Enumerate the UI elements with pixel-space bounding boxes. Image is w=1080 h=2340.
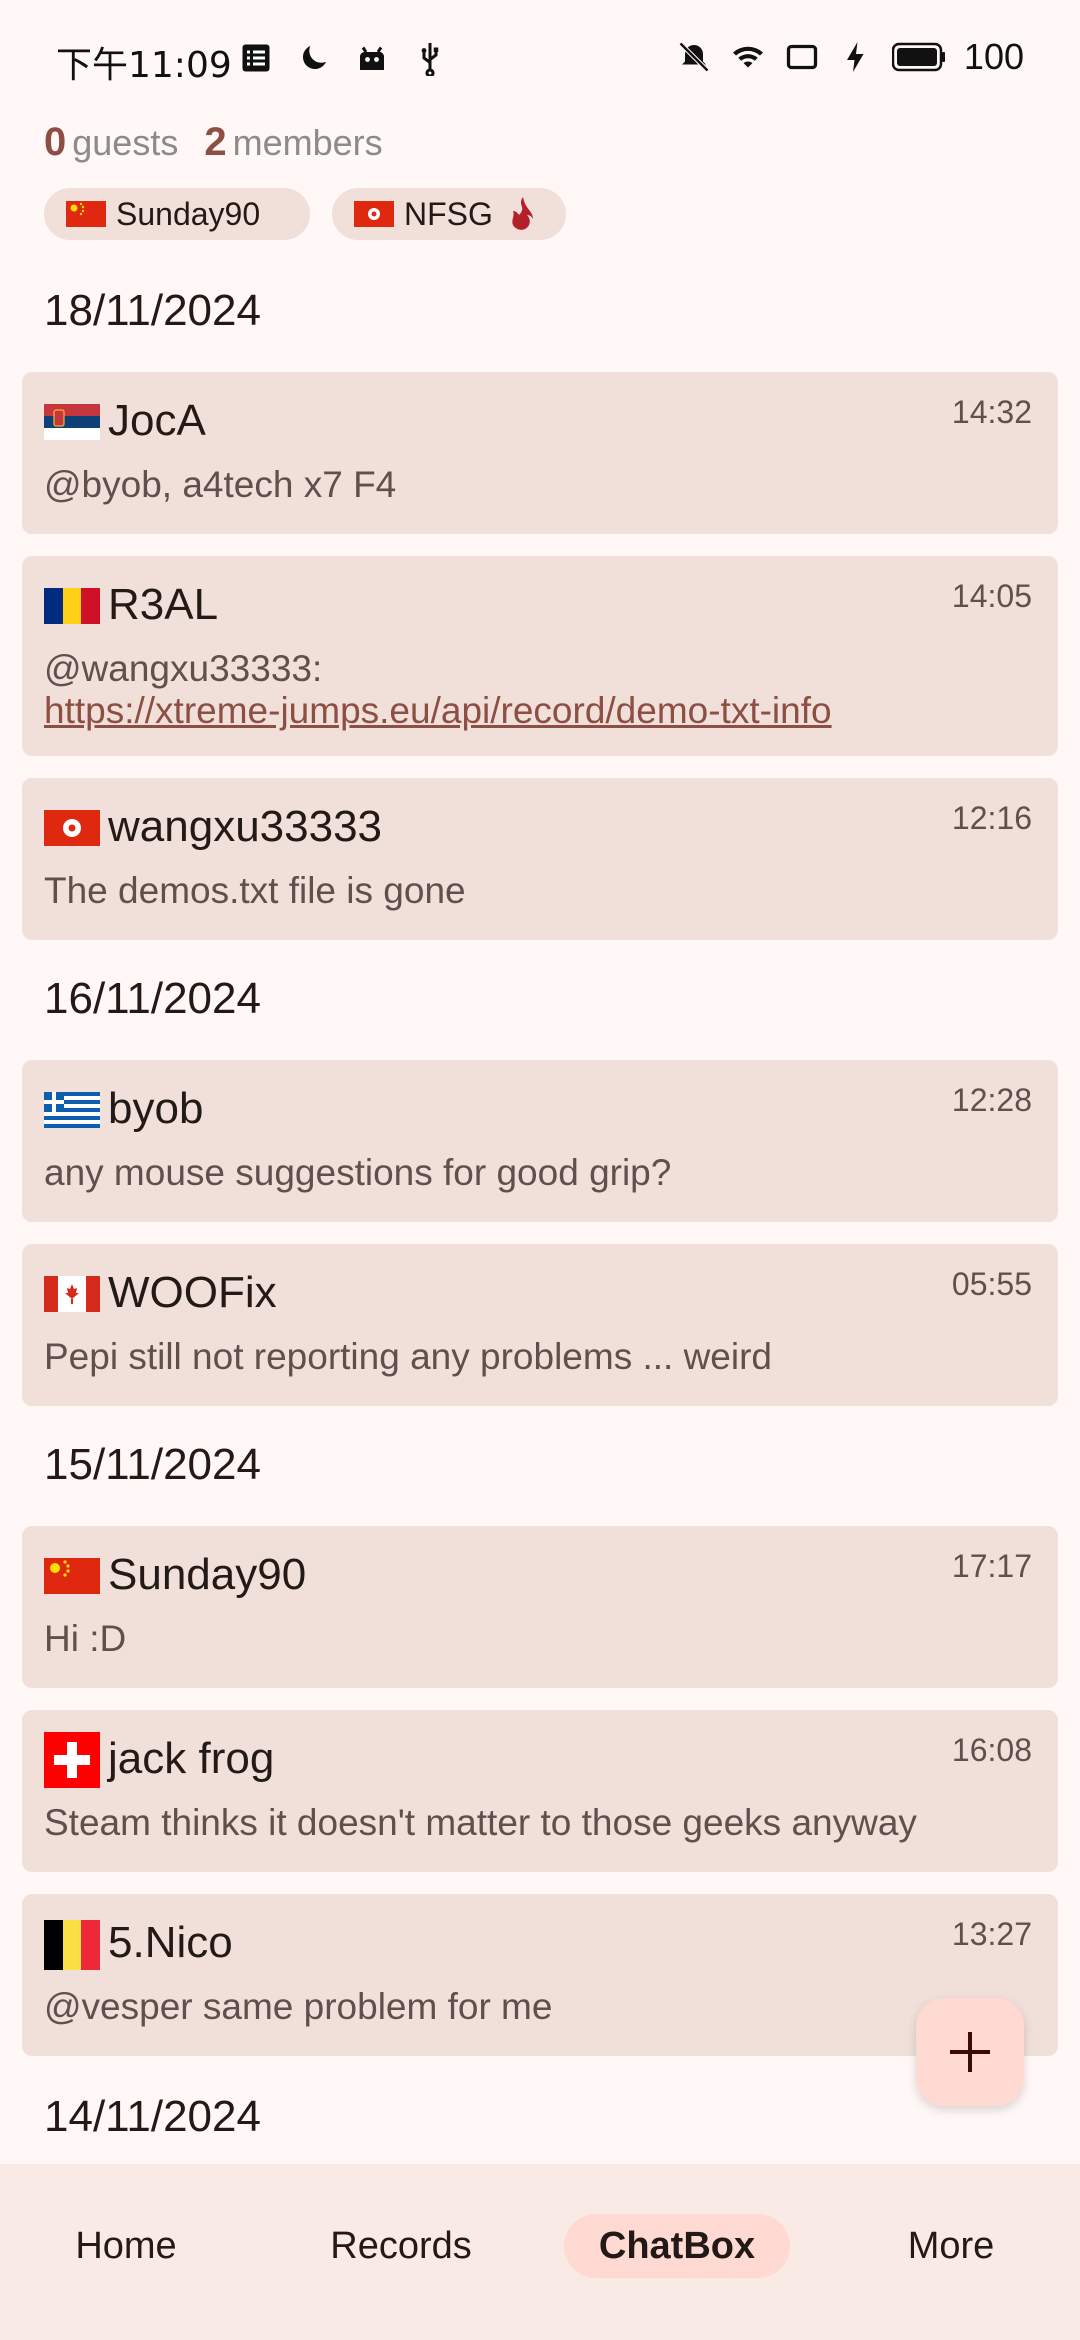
message-author[interactable]: jack frog — [108, 1734, 274, 1784]
message-link[interactable]: https://xtreme-jumps.eu/api/record/demo-… — [44, 690, 832, 731]
message-time: 12:28 — [951, 1082, 1032, 1118]
moon-icon — [302, 46, 326, 70]
message-text: The demos.txt file is gone — [44, 870, 466, 911]
nav-records[interactable]: Records — [316, 2214, 486, 2278]
guests-count: 0 — [44, 120, 67, 164]
greece-flag-icon — [44, 1092, 100, 1128]
message-author[interactable]: Sunday90 — [108, 1550, 306, 1600]
canada-flag-icon — [44, 1276, 100, 1312]
nav-more[interactable]: More — [886, 2214, 1016, 2278]
message-card[interactable]: R3AL 14:05 @wangxu33333: https://xtreme-… — [22, 556, 1058, 756]
message-author[interactable]: 5.Nico — [108, 1918, 233, 1968]
hong-kong-flag-icon — [44, 810, 100, 846]
message-time: 05:55 — [951, 1266, 1032, 1302]
date-header: 15/11/2024 — [44, 1440, 261, 1489]
notes-icon — [242, 44, 270, 72]
message-time: 12:16 — [951, 800, 1032, 836]
member-name: NFSG — [404, 195, 493, 232]
message-author[interactable]: JocA — [108, 396, 206, 446]
mute-icon — [678, 41, 710, 73]
member-name: Sunday90 — [116, 195, 261, 232]
online-members: Sunday90 NFSG — [44, 188, 566, 240]
message-author[interactable]: R3AL — [108, 580, 218, 630]
status-bar: 下午11:09 100 — [0, 0, 1080, 120]
charging-icon — [846, 42, 864, 72]
romania-flag-icon — [44, 588, 100, 624]
china-flag-icon — [44, 1558, 100, 1594]
nav-home[interactable]: Home — [44, 2214, 208, 2278]
status-right: 100 — [676, 36, 1024, 78]
screen-cast-icon — [786, 44, 818, 70]
guests-label: guests — [72, 122, 179, 163]
status-time: 下午11:09 — [56, 45, 232, 86]
date-header: 18/11/2024 — [44, 286, 261, 335]
android-icon — [360, 46, 384, 70]
message-time: 13:27 — [951, 1916, 1032, 1952]
flame-icon — [512, 197, 533, 230]
battery-level: 100 — [963, 36, 1024, 77]
battery-icon — [891, 42, 945, 72]
belgium-flag-icon — [44, 1920, 100, 1970]
message-author[interactable]: wangxu33333 — [108, 802, 382, 852]
wifi-icon — [732, 46, 763, 68]
date-header: 16/11/2024 — [44, 974, 261, 1023]
new-message-button[interactable] — [916, 1998, 1024, 2106]
message-mention: @wangxu33333: — [44, 648, 323, 689]
china-flag-icon — [66, 201, 106, 227]
message-time: 14:05 — [951, 578, 1032, 614]
nav-chatbox[interactable]: ChatBox — [564, 2214, 790, 2278]
message-card[interactable]: JocA 14:32 @byob, a4tech x7 F4 — [22, 372, 1058, 534]
message-time: 16:08 — [951, 1732, 1032, 1768]
message-text: Hi :D — [44, 1618, 127, 1659]
message-time: 14:32 — [951, 394, 1032, 430]
message-card[interactable]: byob 12:28 any mouse suggestions for goo… — [22, 1060, 1058, 1222]
message-card[interactable]: wangxu33333 12:16 The demos.txt file is … — [22, 778, 1058, 940]
online-counts: 0 guests 2 members — [44, 120, 383, 165]
usb-icon — [421, 43, 439, 76]
message-text: Pepi still not reporting any problems ..… — [44, 1336, 773, 1377]
hong-kong-flag-icon — [354, 201, 394, 227]
switzerland-flag-icon — [44, 1732, 100, 1788]
message-text: @vesper same problem for me — [44, 1986, 553, 2027]
message-text: @wangxu33333: https://xtreme-jumps.eu/ap… — [44, 648, 1038, 732]
members-count: 2 — [204, 120, 227, 164]
members-label: members — [232, 122, 383, 163]
message-time: 17:17 — [951, 1548, 1032, 1584]
message-text: Steam thinks it doesn't matter to those … — [44, 1802, 917, 1843]
message-text: any mouse suggestions for good grip? — [44, 1152, 672, 1193]
message-card[interactable]: Sunday90 17:17 Hi :D — [22, 1526, 1058, 1688]
member-chip[interactable]: NFSG — [332, 188, 566, 240]
message-card[interactable]: jack frog 16:08 Steam thinks it doesn't … — [22, 1710, 1058, 1872]
status-left-icons — [238, 40, 448, 76]
member-chip[interactable]: Sunday90 — [44, 188, 310, 240]
bottom-navigation: Home Records ChatBox More — [0, 2164, 1080, 2340]
message-author[interactable]: byob — [108, 1084, 203, 1134]
message-card[interactable]: WOOFix 05:55 Pepi still not reporting an… — [22, 1244, 1058, 1406]
plus-icon — [950, 2032, 990, 2072]
message-text: @byob, a4tech x7 F4 — [44, 464, 397, 505]
serbia-flag-icon — [44, 404, 100, 440]
message-author[interactable]: WOOFix — [108, 1268, 277, 1318]
message-card[interactable]: 5.Nico 13:27 @vesper same problem for me — [22, 1894, 1058, 2056]
date-header: 14/11/2024 — [44, 2092, 261, 2141]
